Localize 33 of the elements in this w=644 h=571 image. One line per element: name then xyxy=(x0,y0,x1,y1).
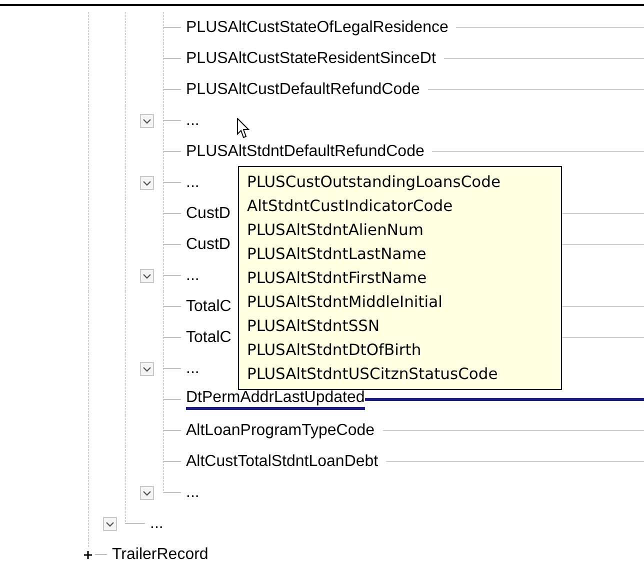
tree-item[interactable]: ... xyxy=(186,358,200,378)
tree-item[interactable]: TrailerRecord xyxy=(112,544,208,564)
collapse-toggle[interactable] xyxy=(103,516,117,530)
tree-item[interactable]: AltCustTotalStdntLoanDebt xyxy=(186,452,378,472)
tree-item[interactable]: ... xyxy=(186,266,200,286)
collapse-toggle[interactable] xyxy=(140,114,154,128)
tooltip-line: PLUSAltStdntFirstName xyxy=(247,268,428,289)
tree-item[interactable]: PLUSAltCustStateOfLegalResidence xyxy=(186,18,448,38)
collapse-toggle[interactable] xyxy=(140,486,154,500)
tree-item[interactable]: ... xyxy=(186,482,200,502)
tree-item[interactable]: ... xyxy=(150,514,164,534)
collapse-toggle[interactable] xyxy=(140,362,154,376)
tooltip-line: AltStdntCustIndicatorCode xyxy=(247,196,454,217)
tooltip-line: PLUSAltStdntLastName xyxy=(247,244,428,265)
tree-item[interactable]: ... xyxy=(186,172,200,192)
collapse-toggle[interactable] xyxy=(140,268,154,282)
tree-item[interactable]: PLUSAltCustStateResidentSinceDt xyxy=(186,48,436,68)
tooltip-line: PLUSAltStdntAlienNum xyxy=(247,220,424,241)
collapse-toggle[interactable] xyxy=(140,176,154,190)
tooltip-line: PLUSCustOutstandingLoansCode xyxy=(247,172,502,193)
tree-item[interactable]: TotalC xyxy=(186,328,232,348)
tree-item[interactable]: AltLoanProgramTypeCode xyxy=(186,420,375,440)
tooltip-line: PLUSAltStdntMiddleInitial xyxy=(247,292,444,313)
tree-item[interactable]: CustD xyxy=(186,204,230,224)
tooltip-line: PLUSAltStdntUSCitznStatusCode xyxy=(247,364,499,385)
tree-item[interactable]: PLUSAltCustDefaultRefundCode xyxy=(186,80,420,100)
tooltip-line: PLUSAltStdntSSN xyxy=(247,316,381,337)
tree-item[interactable]: ... xyxy=(186,110,200,130)
tooltip-line: PLUSAltStdntDtOfBirth xyxy=(247,340,422,361)
tree-item[interactable]: CustD xyxy=(186,234,230,254)
tree-item[interactable]: TotalC xyxy=(186,296,232,316)
tree-item[interactable]: PLUSAltStdntDefaultRefundCode xyxy=(186,142,424,162)
mouse-pointer-icon xyxy=(237,118,250,139)
